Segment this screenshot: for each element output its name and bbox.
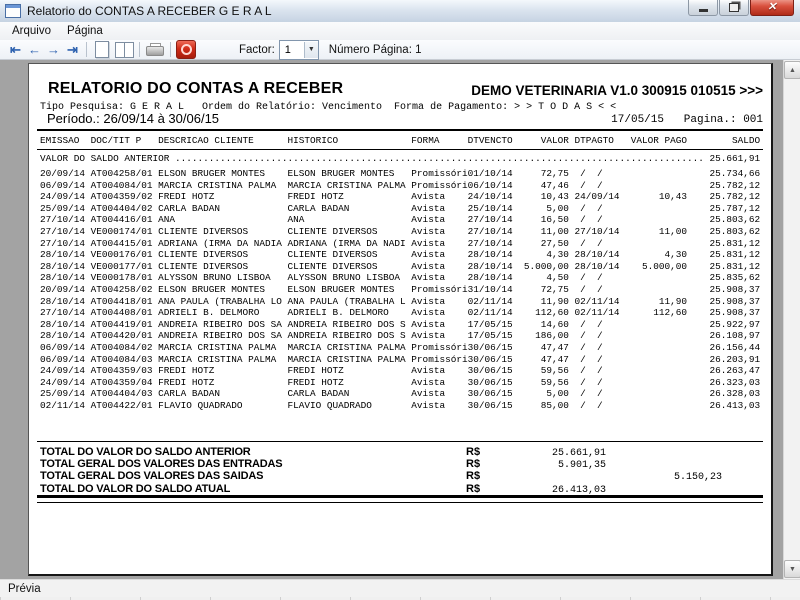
print-button[interactable] [144,41,166,58]
report-title: RELATORIO DO CONTAS A RECEBER [48,80,344,97]
table-row: 25/09/14 AT004404/02 CARLA BADAN CARLA B… [40,202,761,214]
vertical-scrollbar[interactable]: ▲ ▼ [783,60,800,579]
factor-label: Factor: [239,43,275,56]
divider [37,149,763,150]
table-row: 24/09/14 AT004359/03 FREDI HOTZ FREDI HO… [40,365,761,377]
table-row: 20/09/14 AT004258/02 ELSON BRUGER MONTES… [40,283,761,295]
two-page-icon [114,41,134,58]
printer-icon [146,42,164,57]
table-row: 28/10/14 VE000178/01 ALYSSON BRUNO LISBO… [40,272,761,284]
toolbar-separator [170,42,171,57]
page-number-label: Número Página: 1 [328,43,422,56]
factor-value: 1 [284,43,291,56]
table-row: 24/09/14 AT004359/02 FREDI HOTZ FREDI HO… [40,191,761,203]
table-row: 28/10/14 VE000176/01 CLIENTE DIVERSOS CL… [40,249,761,261]
title-bar: Relatorio do CONTAS A RECEBER G E R A L … [0,0,800,23]
minimize-button[interactable] [688,0,718,16]
report-page: RELATORIO DO CONTAS A RECEBER DEMO VETER… [28,63,773,576]
scroll-up-icon[interactable]: ▲ [784,61,800,79]
double-divider [37,495,763,503]
toolbar-separator [139,42,140,57]
last-page-button[interactable]: ⇥ [63,41,82,58]
next-page-button[interactable]: → [44,41,63,58]
chevron-down-icon: ▼ [303,41,318,58]
menu-bar: Arquivo Página [0,22,800,40]
report-date-page: 17/05/15 Pagina.: 001 [611,114,763,126]
table-row: 06/09/14 AT004084/01 MARCIA CRISTINA PAL… [40,179,761,191]
table-row: 28/10/14 AT004420/01 ANDREIA RIBEIRO DOS… [40,330,761,342]
table-row: 25/09/14 AT004404/03 CARLA BADAN CARLA B… [40,388,761,400]
first-page-button[interactable]: ⇤ [6,41,25,58]
scroll-down-icon[interactable]: ▼ [784,560,800,578]
table-row: 02/11/14 AT004422/01 FLAVIO QUADRADO FLA… [40,399,761,411]
divider [37,441,763,442]
preview-area: RELATORIO DO CONTAS A RECEBER DEMO VETER… [0,60,800,579]
table-body: 20/09/14 AT004258/01 ELSON BRUGER MONTES… [40,168,767,411]
table-row: 28/10/14 AT004419/01 ANDREIA RIBEIRO DOS… [40,318,761,330]
previous-page-icon: ← [28,42,41,57]
report-demo-banner: DEMO VETERINARIA V1.0 300915 010515 >>> [471,83,763,98]
restore-button[interactable] [719,0,749,16]
total-row: TOTAL DO VALOR DO SALDO ANTERIOR R$ 25.661… [40,446,606,459]
report-period: Período.: 26/09/14 à 30/06/15 [47,111,220,126]
status-text: Prévia [8,583,41,595]
table-row: 27/10/14 AT004415/01 ADRIANA (IRMA DA NA… [40,237,761,249]
restore-icon [729,3,739,12]
two-page-view-button[interactable] [113,41,135,58]
single-page-view-button[interactable] [91,41,113,58]
total-row: TOTAL GERAL DOS VALORES DAS SAIDAS R$ 5.15… [40,470,722,484]
last-page-icon: ⇥ [67,41,78,57]
previous-page-button[interactable]: ← [25,41,44,58]
saldo-anterior-row: VALOR DO SALDO ANTERIOR ................… [40,153,761,164]
table-row: 28/10/14 AT004418/01 ANA PAULA (TRABALHA… [40,295,761,307]
menu-item-arquivo[interactable]: Arquivo [4,24,59,38]
table-row: 27/10/14 AT004416/01 ANA ANA Avista 27/1… [40,214,761,226]
table-row: 28/10/14 VE000177/01 CLIENTE DIVERSOS CL… [40,260,761,272]
table-row: 20/09/14 AT004258/01 ELSON BRUGER MONTES… [40,168,761,179]
first-page-icon: ⇤ [10,41,21,57]
toolbar: ⇤ ← → ⇥ Factor: 1 ▼ Número Página: 1 [0,39,800,60]
table-header: EMISSAO DOC/TIT P DESCRICAO CLIENTE HIST… [40,135,761,146]
factor-select[interactable]: 1 ▼ [278,39,319,60]
table-row: 06/09/14 AT004084/02 MARCIA CRISTINA PAL… [40,341,761,353]
totals: TOTAL DO VALOR DO SALDO ANTERIOR R$ 25.661… [40,446,763,496]
close-icon: ✕ [767,1,777,13]
menu-item-pagina[interactable]: Página [59,24,111,38]
close-button[interactable]: ✕ [750,0,794,16]
single-page-icon [95,41,109,58]
window-controls: ✕ [687,0,794,16]
table-row: 27/10/14 AT004408/01 ADRIELI B. DELMORO … [40,307,761,319]
divider [37,129,763,131]
next-page-icon: → [47,42,60,57]
stop-icon [176,40,196,59]
table-row: 06/09/14 AT004084/03 MARCIA CRISTINA PAL… [40,353,761,365]
toolbar-separator [86,42,87,57]
table-row: 24/09/14 AT004359/04 FREDI HOTZ FREDI HO… [40,376,761,388]
status-bar: Prévia [0,579,800,598]
total-row: TOTAL GERAL DOS VALORES DAS ENTRADAS R$ 5.… [40,458,606,472]
app-icon [5,4,21,18]
table-row: 27/10/14 VE000174/01 CLIENTE DIVERSOS CL… [40,225,761,237]
minimize-icon [698,8,708,12]
window-title: Relatorio do CONTAS A RECEBER G E R A L [27,4,272,18]
close-preview-button[interactable] [175,40,197,59]
